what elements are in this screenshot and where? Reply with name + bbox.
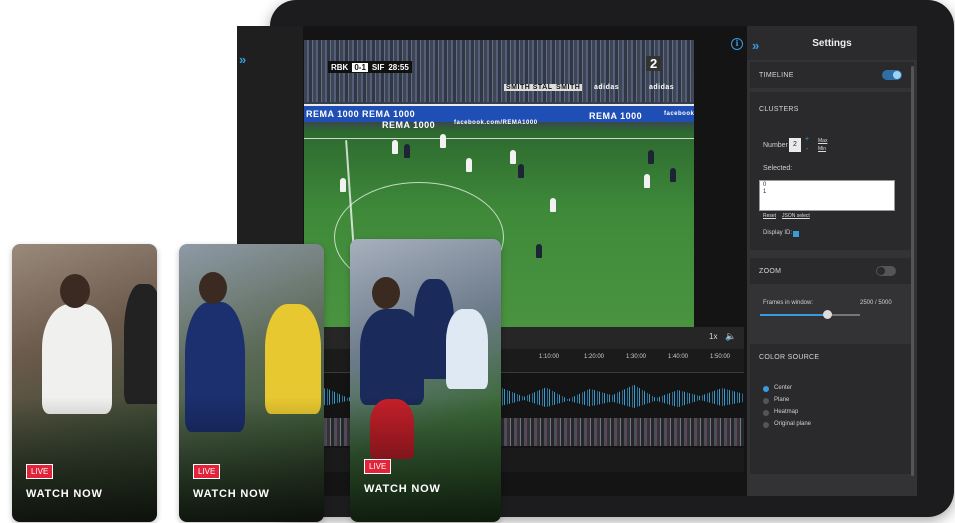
watch-now-link[interactable]: WATCH NOW <box>364 483 441 495</box>
player-head <box>372 277 400 309</box>
player-marker <box>648 150 654 164</box>
live-card[interactable]: LIVE WATCH NOW <box>350 239 501 522</box>
app-screen: » RBK 0-1 SIF 28:55 2 SMITH STAL SMITH a… <box>237 26 917 496</box>
toggle-knob <box>877 267 885 275</box>
settings-panel: » Settings TIMELINE CLUSTERS Number 2 + … <box>747 26 917 496</box>
top-ad: adidas <box>594 84 620 91</box>
live-badge: LIVE <box>193 464 221 479</box>
selected-clusters-textarea[interactable]: 0 1 <box>759 180 895 211</box>
top-ad: adidas <box>649 84 675 91</box>
live-card[interactable]: LIVE WATCH NOW <box>12 244 157 522</box>
ad-text: facebook.com/REMA1000 <box>454 120 538 126</box>
radio-label: Original plane <box>774 421 812 427</box>
player-marker <box>644 174 650 188</box>
zoom-toggle[interactable] <box>876 266 896 276</box>
playback-speed[interactable]: 1x <box>709 332 717 341</box>
radio-heatmap[interactable] <box>763 410 769 416</box>
display-ids-checkbox[interactable] <box>793 231 799 237</box>
player-marker <box>392 140 398 154</box>
cluster-min-link[interactable]: Min <box>818 146 826 152</box>
expand-left-icon[interactable]: » <box>239 52 246 67</box>
player-marker <box>340 178 346 192</box>
player-marker <box>536 244 542 258</box>
frames-slider-fill <box>760 314 828 316</box>
player-marker <box>404 144 410 158</box>
settings-title: Settings <box>812 38 852 49</box>
ad-text: facebook <box>664 111 694 117</box>
frames-slider-rest <box>828 314 860 316</box>
top-ad: SMITH STAL <box>504 84 555 91</box>
card-shade <box>179 396 324 522</box>
player-number-overlay: 2 <box>646 56 662 71</box>
player-marker <box>518 164 524 178</box>
timeline-toggle[interactable] <box>882 70 902 80</box>
frames-slider-thumb[interactable] <box>823 310 832 319</box>
player-marker <box>466 158 472 172</box>
timeline-tick: 1:50:00 <box>710 354 731 360</box>
player-marker <box>510 150 516 164</box>
radio-label: Plane <box>774 397 790 403</box>
away-team: SIF <box>371 62 385 72</box>
json-select-link[interactable]: JSON select <box>782 213 810 219</box>
radio-plane[interactable] <box>763 398 769 404</box>
cluster-number-label: Number <box>763 142 788 149</box>
timeline-tick: 1:30:00 <box>626 354 647 360</box>
zoom-section: ZOOM <box>750 258 914 284</box>
watch-now-link[interactable]: WATCH NOW <box>193 488 270 500</box>
toggle-knob <box>893 71 901 79</box>
color-source-label: COLOR SOURCE <box>759 354 820 361</box>
timeline-tick: 1:40:00 <box>668 354 689 360</box>
settings-header: » Settings <box>747 26 917 60</box>
home-team: RBK <box>331 62 349 72</box>
settings-scrollbar[interactable] <box>911 66 914 476</box>
zoom-label: ZOOM <box>759 268 782 275</box>
live-badge: LIVE <box>26 464 54 479</box>
selected-value: 1 <box>763 189 767 195</box>
radio-label: Center <box>774 385 793 391</box>
player-figure <box>446 309 488 389</box>
ad-board: REMA 1000 REMA 1000 REMA 1000 facebook.c… <box>304 104 694 130</box>
clusters-label: CLUSTERS <box>759 106 799 113</box>
player-marker <box>440 134 446 148</box>
selected-value: 0 <box>763 182 767 188</box>
radio-center[interactable] <box>763 386 769 392</box>
player-figure <box>124 284 157 404</box>
display-ids-label: Display ID: <box>763 230 793 236</box>
scoreboard: RBK 0-1 SIF 28:55 <box>328 61 412 73</box>
timeline-tick: 1:10:00 <box>539 354 560 360</box>
live-badge: LIVE <box>364 459 392 474</box>
frames-window-label: Frames in window: <box>763 300 814 306</box>
player-marker <box>670 168 676 182</box>
cluster-increment-button[interactable]: + <box>805 136 809 143</box>
match-score: 0-1 <box>352 62 368 72</box>
match-clock: 28:55 <box>388 62 409 72</box>
live-card[interactable]: LIVE WATCH NOW <box>179 244 324 522</box>
ad-text: REMA 1000 <box>589 111 643 121</box>
watch-now-link[interactable]: WATCH NOW <box>26 488 103 500</box>
timeline-section: TIMELINE <box>750 62 914 88</box>
ad-text: REMA 1000 <box>362 109 416 119</box>
player-marker <box>550 198 556 212</box>
cluster-decrement-button[interactable]: - <box>806 146 808 153</box>
ad-text: REMA 1000 <box>306 109 360 119</box>
info-icon[interactable]: i <box>731 38 743 50</box>
timeline-tick: 1:20:00 <box>584 354 605 360</box>
ad-text: REMA 1000 <box>382 120 436 130</box>
cluster-number-input[interactable]: 2 <box>789 138 801 152</box>
reset-link[interactable]: Reset <box>763 213 776 219</box>
pitch-line <box>304 138 694 139</box>
cluster-max-link[interactable]: Max <box>818 138 827 144</box>
card-shade <box>12 396 157 522</box>
volume-icon[interactable]: 🔈 <box>725 331 736 342</box>
radio-original-plane[interactable] <box>763 422 769 428</box>
frames-window-value: 2500 / 5000 <box>860 300 892 306</box>
player-head <box>60 274 90 308</box>
radio-label: Heatmap <box>774 409 799 415</box>
player-head <box>199 272 227 304</box>
timeline-label: TIMELINE <box>759 72 794 79</box>
selected-label: Selected: <box>763 165 793 172</box>
top-ad: SMITH <box>554 84 583 91</box>
